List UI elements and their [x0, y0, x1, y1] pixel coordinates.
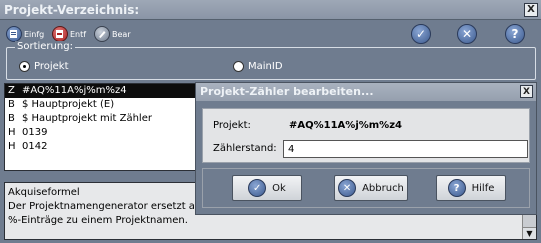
toolbar: Einfg Entf Bear ✓ ✕ ?: [0, 21, 541, 47]
radio-projekt[interactable]: [19, 61, 30, 72]
dialog-close-button[interactable]: X: [520, 85, 533, 98]
project-list: Z #AQ%11A%j%m%z4 B $ Hauptprojekt (E) B $ H…: [4, 83, 204, 171]
dialog-ok-label: Ok: [272, 182, 286, 194]
dialog-help-label: Hilfe: [471, 182, 495, 194]
insert-icon: [6, 26, 22, 42]
window-titlebar: Projekt-Verzeichnis: X: [0, 0, 541, 20]
sort-option-projekt-label: Projekt: [34, 61, 69, 72]
toolbar-ok-button[interactable]: ✓: [411, 24, 431, 44]
projekt-verzeichnis-window: Projekt-Verzeichnis: X Einfg Entf Bear ✓…: [0, 0, 541, 243]
counter-input[interactable]: [283, 140, 528, 158]
dialog-ok-button[interactable]: ✓ Ok: [232, 175, 302, 201]
sort-groupbox: Sortierung: Projekt MainID: [6, 41, 536, 80]
cancel-x-icon: ✕: [461, 27, 473, 41]
toolbar-cancel-button[interactable]: ✕: [457, 24, 477, 44]
list-item[interactable]: Z #AQ%11A%j%m%z4: [5, 84, 203, 98]
sort-legend: Sortierung:: [15, 41, 75, 52]
dialog-titlebar: Projekt-Zähler bearbeiten... X: [196, 83, 536, 101]
list-item[interactable]: H 0139: [5, 126, 203, 140]
toolbar-help-button[interactable]: ?: [505, 24, 525, 44]
project-label: Projekt:: [213, 120, 251, 131]
checkmark-icon: ✓: [415, 27, 427, 41]
delete-button-label: Entf: [70, 29, 87, 39]
dialog-title: Projekt-Zähler bearbeiten...: [200, 85, 374, 98]
window-close-button[interactable]: X: [524, 3, 538, 17]
dialog-cancel-label: Abbruch: [362, 182, 404, 194]
dialog-button-bar: ✓ Ok ✕ Abbruch ? Hilfe: [202, 168, 530, 208]
edit-pencil-icon: [94, 26, 110, 42]
scroll-down-icon[interactable]: ▼: [523, 227, 536, 239]
sort-option-projekt[interactable]: Projekt: [19, 61, 69, 72]
insert-button-label: Einfg: [24, 29, 45, 39]
counter-edit-dialog: Projekt-Zähler bearbeiten... X Projekt: …: [195, 82, 537, 215]
description-line: %-Einträge zu einem Projektnamen.: [8, 215, 188, 226]
help-question-icon: ?: [447, 179, 466, 197]
list-item[interactable]: B $ Hauptprojekt mit Zähler: [5, 112, 203, 126]
project-value: #AQ%11A%j%m%z4: [289, 120, 402, 131]
dialog-fields-panel: Projekt: #AQ%11A%j%m%z4 Zählerstand:: [202, 108, 530, 163]
sort-option-mainid-label: MainID: [248, 61, 283, 72]
edit-button-label: Bear: [112, 29, 131, 39]
dialog-cancel-button[interactable]: ✕ Abbruch: [334, 175, 408, 201]
checkmark-icon: ✓: [248, 179, 267, 197]
sort-option-mainid[interactable]: MainID: [233, 61, 283, 72]
edit-button[interactable]: Bear: [94, 24, 131, 44]
dialog-help-button[interactable]: ? Hilfe: [436, 175, 506, 201]
window-title: Projekt-Verzeichnis:: [4, 3, 140, 17]
delete-icon: [52, 26, 68, 42]
cancel-x-icon: ✕: [338, 179, 357, 197]
list-item[interactable]: H 0142: [5, 140, 203, 154]
list-item[interactable]: B $ Hauptprojekt (E): [5, 98, 203, 112]
counter-label: Zählerstand:: [213, 143, 277, 154]
help-question-icon: ?: [511, 27, 519, 41]
radio-mainid[interactable]: [233, 61, 244, 72]
